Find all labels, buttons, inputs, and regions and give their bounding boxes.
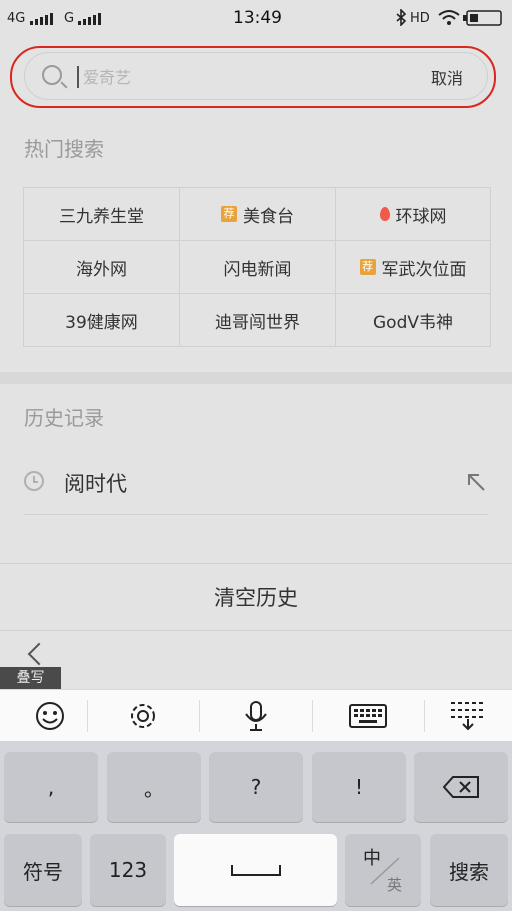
hot-search-item[interactable]: 荐军武次位面 xyxy=(336,241,491,294)
status-time: 13:49 xyxy=(233,8,282,28)
hot-search-item[interactable]: 海外网 xyxy=(24,241,180,294)
hot-search-grid: 三九养生堂荐美食台 环球网 海外网 闪电新闻荐军武次位面 39健康网 迪哥闯世界 GodV韦… xyxy=(23,187,491,347)
key-symbols[interactable]: 符号 xyxy=(4,834,82,906)
language-switch-key[interactable]: 中 英 xyxy=(345,834,421,906)
battery-icon xyxy=(463,10,502,26)
key-question[interactable]: ? xyxy=(209,752,303,822)
key-comma[interactable]: , xyxy=(4,752,98,822)
fill-query-arrow-icon[interactable] xyxy=(466,472,486,492)
keyboard: , 。 ? ! 符号 123 中 英 搜索 xyxy=(0,741,512,911)
hot-search-label: GodV韦神 xyxy=(373,312,453,333)
hot-search-label: 39健康网 xyxy=(65,312,138,333)
microphone-icon[interactable] xyxy=(206,690,306,742)
search-bar[interactable]: 取消 xyxy=(24,52,488,100)
search-key[interactable]: 搜索 xyxy=(430,834,508,906)
hot-search-label: 迪哥闯世界 xyxy=(215,312,300,333)
signal-icon-1 xyxy=(30,11,53,25)
search-input[interactable] xyxy=(81,62,405,92)
hot-search-item[interactable]: 环球网 xyxy=(336,188,491,241)
wifi-icon xyxy=(438,10,460,25)
clock-icon xyxy=(24,471,44,491)
back-chevron-icon[interactable] xyxy=(27,642,51,666)
hot-search-item[interactable]: 三九养生堂 xyxy=(24,188,180,241)
hot-search-label: 三九养生堂 xyxy=(59,206,144,227)
lang-secondary: 英 xyxy=(387,876,403,894)
overlay-mode-label: 叠写 xyxy=(0,667,61,689)
recommend-badge-icon: 荐 xyxy=(221,206,237,222)
hot-search-item[interactable]: 闪电新闻 xyxy=(180,241,336,294)
key-period[interactable]: 。 xyxy=(107,752,201,822)
history-title: 历史记录 xyxy=(24,406,104,430)
recommend-badge-icon: 荐 xyxy=(359,259,376,275)
signal-icon-2 xyxy=(78,11,101,25)
clear-history-button[interactable]: 清空历史 xyxy=(0,563,512,631)
text-cursor xyxy=(77,66,79,88)
cancel-button[interactable]: 取消 xyxy=(431,65,463,89)
settings-icon[interactable] xyxy=(93,690,193,742)
network-type-2: G xyxy=(64,11,75,26)
collapse-keyboard-icon[interactable] xyxy=(418,690,512,742)
hot-search-item[interactable]: GodV韦神 xyxy=(336,294,491,347)
hot-search-label: 海外网 xyxy=(76,259,127,280)
hot-search-label: 军武次位面 xyxy=(381,259,467,280)
status-bar: 4G G 13:49 HD xyxy=(0,0,512,36)
space-key[interactable] xyxy=(174,834,337,906)
backspace-icon xyxy=(443,776,479,798)
fire-icon xyxy=(379,207,390,221)
space-icon xyxy=(230,865,281,876)
hot-search-item[interactable]: 39健康网 xyxy=(24,294,180,347)
hot-search-label: 闪电新闻 xyxy=(223,259,292,280)
keyboard-icon[interactable] xyxy=(318,690,418,742)
hot-search-title: 热门搜索 xyxy=(24,137,104,161)
history-item-label: 阅时代 xyxy=(64,472,127,496)
bluetooth-icon xyxy=(396,9,406,26)
hd-indicator: HD xyxy=(410,11,430,26)
search-icon xyxy=(42,65,62,85)
hot-search-label: 环球网 xyxy=(395,206,447,227)
hot-search-item[interactable]: 迪哥闯世界 xyxy=(180,294,336,347)
hot-search-item[interactable]: 荐美食台 xyxy=(180,188,336,241)
history-item[interactable]: 阅时代 xyxy=(24,456,488,515)
backspace-key[interactable] xyxy=(414,752,508,822)
network-type-1: 4G xyxy=(7,11,26,26)
key-exclamation[interactable]: ! xyxy=(312,752,406,822)
section-divider xyxy=(0,372,512,384)
emoji-icon[interactable] xyxy=(0,690,100,742)
keyboard-toolbar xyxy=(0,689,512,742)
hot-search-label: 美食台 xyxy=(243,206,294,227)
key-numbers[interactable]: 123 xyxy=(90,834,166,906)
